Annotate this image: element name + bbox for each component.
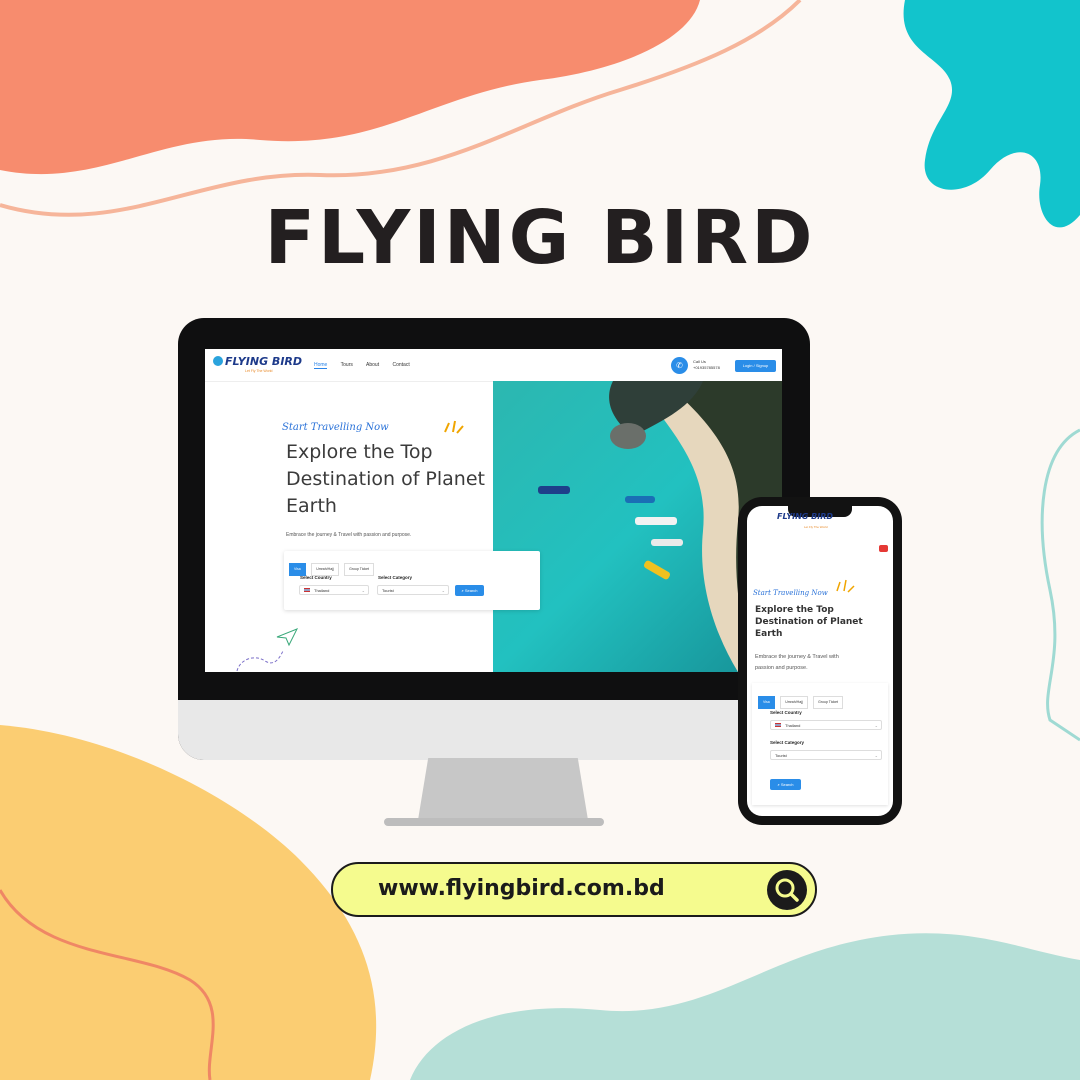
mobile-country-select[interactable]: Thailand ⌄ <box>770 720 882 730</box>
mobile-phone: FLYING BIRD Let Fly The World Start Trav… <box>738 497 902 825</box>
tab-umrah-hajj[interactable]: Umrah/Hajj <box>780 696 808 709</box>
thailand-flag-icon <box>304 588 310 592</box>
chevron-down-icon: ⌄ <box>874 753 878 758</box>
category-label: Select Category <box>378 575 413 580</box>
search-button-label: Search <box>780 782 794 787</box>
tab-group-ticket[interactable]: Group Ticket <box>344 563 375 576</box>
call-number[interactable]: +01935785578 <box>693 365 720 371</box>
search-icon[interactable] <box>767 870 807 910</box>
site-logo[interactable]: FLYING BIRD <box>213 355 302 368</box>
category-select[interactable]: Tourist ⌄ <box>377 585 449 595</box>
chevron-down-icon: ⌄ <box>874 723 878 728</box>
monitor-foot <box>384 818 604 826</box>
country-select[interactable]: Thailand ⌄ <box>299 585 369 595</box>
tab-visa[interactable]: Visa <box>758 696 775 709</box>
sparkle-icon <box>836 579 855 593</box>
search-button-label: Search <box>464 588 478 593</box>
monitor-stand <box>418 758 588 820</box>
mobile-category-select[interactable]: Tourist ⌄ <box>770 750 882 760</box>
mobile-hero-subtitle: Embrace the journey & Travel with passio… <box>755 654 839 671</box>
brand-headline: FLYING BIRD <box>264 195 816 281</box>
call-info: Call Us +01935785578 <box>693 359 720 371</box>
category-value: Tourist <box>382 588 394 593</box>
category-value: Tourist <box>775 753 787 758</box>
mobile-search-tabs: Visa Umrah/Hajj Group Ticket <box>758 690 844 709</box>
nav-about[interactable]: About <box>366 362 379 368</box>
mobile-screen: FLYING BIRD Let Fly The World Start Trav… <box>747 506 893 816</box>
yellow-blob <box>0 725 377 1080</box>
paper-plane-icon <box>276 628 299 647</box>
mobile-hero-title: Explore the Top Destination of Planet Ea… <box>755 605 863 639</box>
country-label: Select Country <box>300 575 332 580</box>
desktop-screen: FLYING BIRD Let Fly The World Home Tours… <box>205 349 782 672</box>
mobile-country-label: Select Country <box>770 710 802 715</box>
hero-title: Explore the Top Destination of Planet Ea… <box>286 441 485 517</box>
search-card: Visa Umrah/Hajj Group Ticket Select Coun… <box>284 551 540 610</box>
search-glyph <box>775 878 799 902</box>
dashed-flight-path <box>236 650 284 672</box>
country-value: Thailand <box>785 723 801 728</box>
hero-script-text: Start Travelling Now <box>282 422 389 433</box>
search-button[interactable]: ⌕ Search <box>455 585 484 596</box>
nav-home[interactable]: Home <box>314 362 328 369</box>
mint-line <box>1040 428 1080 742</box>
site-navbar: FLYING BIRD Let Fly The World Home Tours… <box>205 349 782 382</box>
country-value: Thailand <box>314 588 330 593</box>
nav-contact[interactable]: Contact <box>392 362 409 368</box>
search-tabs: Visa Umrah/Hajj Group Ticket <box>289 557 375 576</box>
mobile-hero-script: Start Travelling Now <box>753 589 828 597</box>
logo-text: FLYING BIRD <box>225 355 303 368</box>
chevron-down-icon: ⌄ <box>361 588 365 593</box>
coral-blob <box>0 0 700 175</box>
website-url[interactable]: www.flyingbird.com.bd <box>378 876 665 901</box>
tab-group-ticket[interactable]: Group Ticket <box>813 696 844 709</box>
mobile-logo[interactable]: FLYING BIRD <box>777 512 833 521</box>
logo-tagline: Let Fly The World <box>245 369 273 373</box>
thailand-flag-icon <box>775 723 781 727</box>
hero-subtitle: Embrace the journey & Travel with passio… <box>286 532 412 538</box>
sparkle-icon <box>444 420 464 434</box>
chevron-down-icon: ⌄ <box>441 588 445 593</box>
youtube-icon[interactable] <box>879 545 888 552</box>
desktop-monitor: FLYING BIRD Let Fly The World Home Tours… <box>178 318 810 760</box>
teal-blob <box>903 0 1080 228</box>
mobile-tagline: Let Fly The World <box>804 525 828 529</box>
monitor-chin <box>178 700 810 760</box>
nav-links: Home Tours About Contact <box>314 362 422 369</box>
nav-tours[interactable]: Tours <box>341 362 353 368</box>
phone-icon[interactable]: ✆ <box>671 357 688 374</box>
mobile-search-card: Visa Umrah/Hajj Group Ticket Select Coun… <box>752 683 888 805</box>
url-search-bar[interactable]: www.flyingbird.com.bd <box>331 862 817 917</box>
login-signup-button[interactable]: Login / Signup <box>735 360 776 372</box>
mobile-search-button[interactable]: ⌕ Search <box>770 779 801 790</box>
mobile-category-label: Select Category <box>770 740 805 745</box>
mint-blob <box>410 933 1080 1080</box>
globe-icon <box>213 356 223 366</box>
